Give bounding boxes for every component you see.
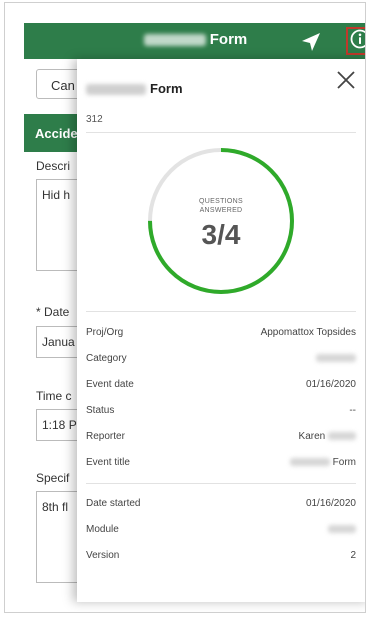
form-info-panel: Form 312 QUESTIONS ANSWERED 3/4 Proj/Org… [77, 59, 365, 602]
panel-title: Form [86, 81, 183, 96]
redacted-text [289, 458, 330, 467]
redacted-text [328, 525, 356, 534]
detail-row-status: Status -- [86, 405, 356, 416]
redacted-text [328, 432, 356, 441]
info-button[interactable] [346, 27, 365, 55]
gauge-value: 3/4 [201, 219, 241, 250]
app-frame: Form Can Accide Descri Hid h * Date Janu… [4, 2, 366, 613]
progress-gauge: QUESTIONS ANSWERED 3/4 [145, 145, 297, 297]
detail-row-event-date: Event date 01/16/2020 [86, 379, 356, 390]
record-id: 312 [86, 114, 103, 125]
detail-row-proj-org: Proj/Org Appomattox Topsides [86, 327, 356, 338]
meta-row-module: Module [86, 524, 356, 540]
redacted-text [143, 34, 206, 47]
meta-row-version: Version 2 [86, 550, 356, 561]
meta-row-date-started: Date started 01/16/2020 [86, 498, 356, 509]
info-icon [350, 29, 365, 54]
redacted-text [316, 354, 356, 363]
divider [86, 483, 356, 484]
detail-row-event-title: Event title Form [86, 457, 356, 468]
location-arrow-icon[interactable] [300, 31, 322, 53]
close-icon[interactable] [335, 69, 357, 91]
divider [86, 132, 356, 133]
divider [86, 311, 356, 312]
gauge-label: QUESTIONS ANSWERED [199, 198, 243, 214]
redacted-text [86, 84, 146, 96]
section-header: Accide [24, 114, 84, 152]
detail-row-reporter: Reporter Karen [86, 431, 356, 447]
detail-row-category: Category [86, 353, 356, 369]
app-header: Form [24, 23, 365, 59]
